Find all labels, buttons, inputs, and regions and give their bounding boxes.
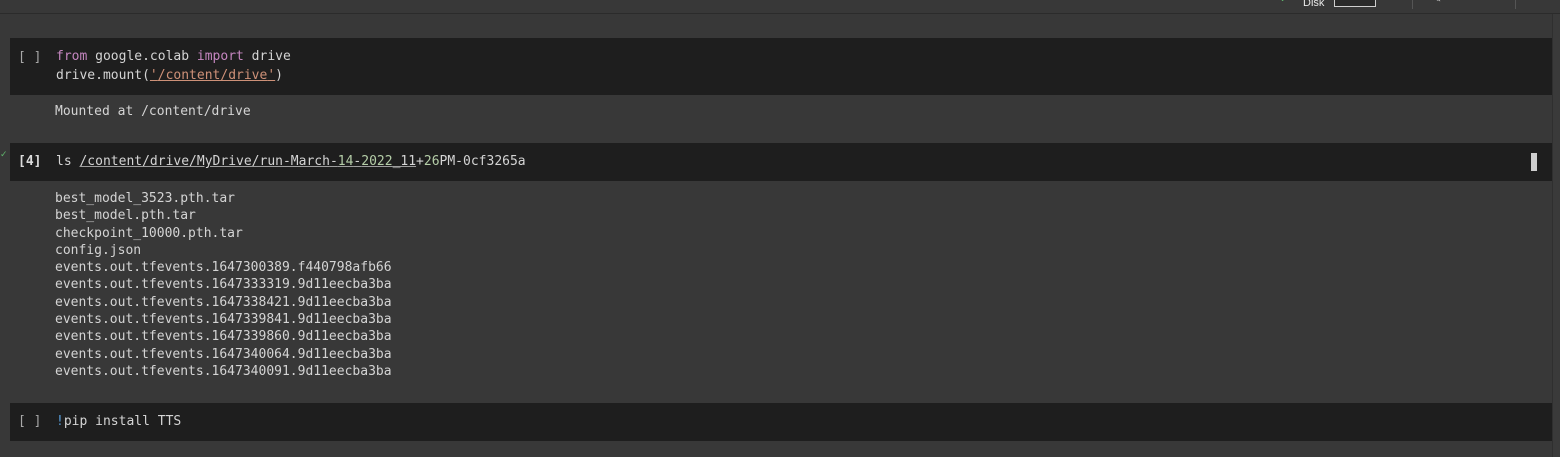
code-text: PM-0cf3265a [439, 154, 526, 169]
code-line[interactable]: from google.colab import drive [56, 49, 291, 64]
list-item: best_model_3523.pth.tar [55, 191, 236, 206]
list-item: events.out.tfevents.1647339841.9d11eecba… [55, 312, 392, 328]
notebook-toolbar: ✓ Disk ✎ [0, 0, 1560, 14]
code-cell-pip-install[interactable]: [ ] !pip install TTS [10, 403, 1553, 441]
list-item: checkpoint_10000.pth.tar [55, 225, 243, 241]
cell-output: Mounted at /content/drive [55, 104, 251, 119]
number-literal: 26 [423, 154, 440, 169]
check-icon: ✓ [1280, 0, 1288, 5]
shell-bang: ! [56, 414, 64, 429]
toolbar-divider [1515, 0, 1516, 9]
run-success-check-icon: ✓ [0, 150, 8, 160]
code-text: ) [275, 68, 283, 83]
code-text: drive.mount( [56, 68, 150, 83]
code-text: ls [56, 154, 80, 169]
list-item: events.out.tfevents.1647300389.f440798af… [55, 260, 392, 276]
code-text: drive [243, 49, 291, 64]
code-cell-mount-drive[interactable]: [ ] from google.colab import drive drive… [10, 38, 1553, 95]
keyword: import [196, 49, 244, 64]
list-item: events.out.tfevents.1647338421.9d11eecba… [55, 294, 392, 310]
code-text: google.colab [87, 49, 197, 64]
cell-run-button[interactable]: [ ] [18, 414, 41, 429]
code-line[interactable]: !pip install TTS [56, 414, 181, 429]
disk-label: Disk [1303, 0, 1325, 9]
code-line[interactable]: drive.mount('/content/drive') [56, 68, 283, 83]
list-item: config.json [55, 242, 142, 258]
code-cell-list-files[interactable]: [4] ls /content/drive/MyDrive/run-March-… [10, 143, 1553, 181]
edit-icon[interactable]: ✎ [1433, 0, 1441, 5]
list-item: events.out.tfevents.1647340064.9d11eecba… [55, 346, 392, 362]
list-item: events.out.tfevents.1647333319.9d11eecba… [55, 277, 392, 293]
keyword: from [56, 49, 88, 64]
cell-output-file-list: best_model_3523.pth.tar best_model.pth.t… [55, 190, 392, 380]
scroll-thumb[interactable] [1531, 153, 1537, 171]
cell-run-button[interactable]: [ ] [18, 50, 41, 65]
code-text: pip install TTS [63, 414, 182, 429]
operator: + [416, 154, 424, 169]
scrollbar-track[interactable] [1552, 14, 1560, 457]
toolbar-divider [1412, 0, 1413, 9]
path-argument: /content/drive/MyDrive/run-March-14-2022… [79, 154, 417, 169]
list-item: events.out.tfevents.1647339860.9d11eecba… [55, 329, 392, 345]
list-item: best_model.pth.tar [55, 208, 196, 224]
disk-usage-meter[interactable] [1334, 0, 1376, 7]
string-literal: '/content/drive' [149, 68, 276, 83]
code-line[interactable]: ls /content/drive/MyDrive/run-March-14-2… [56, 154, 526, 169]
cell-run-button[interactable]: [4] [18, 154, 41, 169]
list-item: events.out.tfevents.1647340091.9d11eecba… [55, 363, 392, 379]
